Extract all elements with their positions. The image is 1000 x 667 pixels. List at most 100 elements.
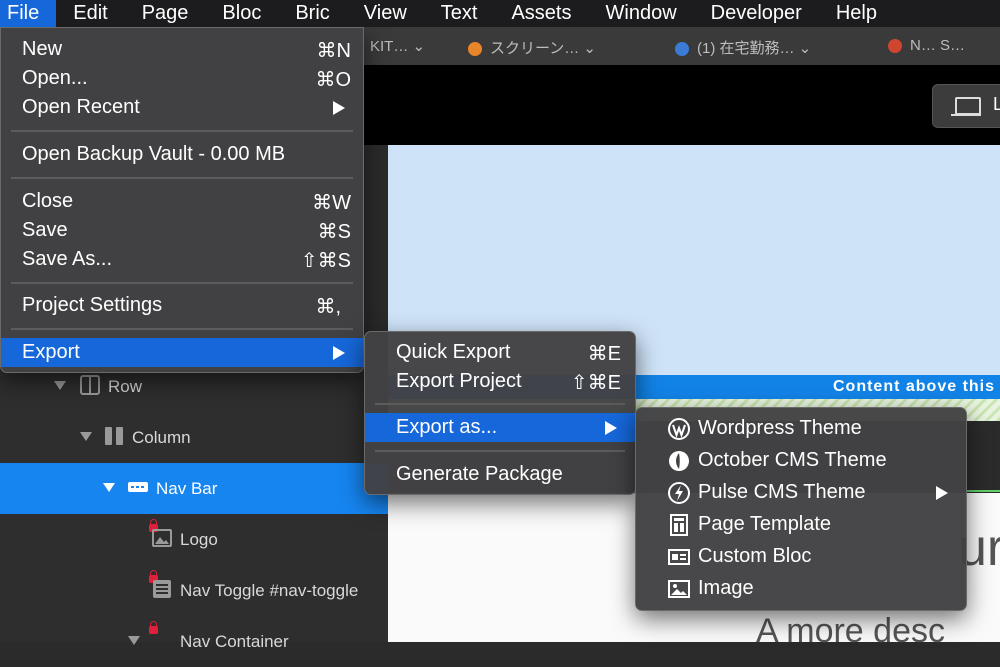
submenu-arrow-icon: [936, 486, 948, 500]
menu-item-label: Open Recent: [22, 96, 140, 118]
tree-row-nav-toggle[interactable]: Nav Toggle #nav-toggle: [0, 565, 388, 616]
tree-row-label: Nav Container: [180, 632, 289, 651]
tab-3-favicon: [675, 42, 689, 57]
submenu-arrow-icon: [605, 421, 617, 435]
device-preview-label: L: [993, 94, 1000, 114]
menu-item-export[interactable]: Export: [1, 338, 363, 367]
text-block-icon: [153, 580, 171, 598]
tree-row-label: Row: [108, 377, 143, 396]
menu-item-custom-bloc[interactable]: Custom Bloc: [636, 542, 966, 571]
menu-item-generate-package[interactable]: Generate Package: [365, 460, 635, 489]
tree-row-label: Logo: [180, 530, 218, 549]
wordpress-icon: [668, 418, 690, 440]
menu-item-shortcut: ⌘S: [317, 221, 351, 243]
menubar-file[interactable]: File: [0, 0, 57, 27]
menu-separator: [11, 328, 353, 330]
menu-item-quick-export[interactable]: Quick Export ⌘E: [365, 338, 635, 367]
disclosure-triangle-icon[interactable]: [80, 432, 92, 441]
menu-item-open[interactable]: Open... ⌘O: [1, 64, 363, 93]
menu-item-project-settings[interactable]: Project Settings ⌘,: [1, 291, 363, 320]
submenu-arrow-icon: [333, 101, 345, 115]
menu-separator: [375, 450, 625, 452]
menu-item-label: Page Template: [698, 513, 832, 535]
menu-item-shortcut: ⇧⌘S: [300, 250, 351, 272]
tab-1-label: KIT…: [370, 38, 409, 55]
menu-item-october-cms-theme[interactable]: October CMS Theme: [636, 446, 966, 475]
menu-item-shortcut: ⌘W: [312, 192, 351, 214]
menubar-help[interactable]: Help: [819, 0, 894, 27]
tab-3[interactable]: (1) 在宅勤務… ⌄: [675, 37, 811, 58]
column-icon: [105, 427, 123, 445]
menu-item-shortcut: ⇧⌘E: [570, 372, 621, 394]
menu-item-save-as[interactable]: Save As... ⇧⌘S: [1, 245, 363, 274]
menu-item-label: Quick Export: [396, 341, 511, 363]
pulse-cms-icon: [668, 482, 690, 504]
tree-row-column[interactable]: Column: [0, 412, 388, 463]
custom-bloc-icon: [668, 549, 690, 565]
menu-item-image[interactable]: Image: [636, 574, 966, 603]
tab-strip: KIT… ⌄ スクリーン… ⌄ (1) 在宅勤務… ⌄ N… S…: [360, 27, 1000, 65]
tree-row-label: Column: [132, 428, 191, 447]
tab-4-label: N… S…: [910, 37, 966, 54]
menu-separator: [11, 282, 353, 284]
menu-item-label: Custom Bloc: [698, 545, 812, 567]
submenu-arrow-icon: [333, 346, 345, 360]
export-submenu: Quick Export ⌘E Export Project ⇧⌘E Expor…: [364, 331, 636, 495]
menu-separator: [375, 403, 625, 405]
menu-item-label: Close: [22, 190, 74, 212]
navbar-icon: [128, 482, 148, 492]
tab-4[interactable]: N… S…: [888, 37, 965, 54]
tree-row-nav-bar[interactable]: Nav Bar: [0, 463, 388, 514]
menubar-text[interactable]: Text: [424, 0, 495, 27]
row-icon: [80, 375, 100, 395]
menu-item-close[interactable]: Close ⌘W: [1, 187, 363, 216]
menubar-edit[interactable]: Edit: [56, 0, 124, 27]
menubar-developer[interactable]: Developer: [694, 0, 819, 27]
tab-2[interactable]: スクリーン… ⌄: [468, 37, 596, 58]
menubar-bloc[interactable]: Bloc: [205, 0, 278, 27]
device-preview-button[interactable]: L: [932, 84, 1000, 128]
menu-item-label: Save As...: [22, 248, 113, 270]
disclosure-triangle-icon[interactable]: [128, 636, 140, 645]
tab-3-label: (1) 在宅勤務…: [697, 40, 795, 57]
menubar-page[interactable]: Page: [125, 0, 206, 27]
menubar-window[interactable]: Window: [589, 0, 694, 27]
menu-item-shortcut: ⌘,: [315, 296, 341, 318]
menu-separator: [11, 177, 353, 179]
menu-item-export-project[interactable]: Export Project ⇧⌘E: [365, 367, 635, 396]
disclosure-triangle-icon[interactable]: [103, 483, 115, 492]
menu-item-wordpress-theme[interactable]: Wordpress Theme: [636, 414, 966, 443]
laptop-icon: [951, 97, 981, 116]
menu-item-page-template[interactable]: Page Template: [636, 510, 966, 539]
menu-item-open-backup-vault[interactable]: Open Backup Vault - 0.00 MB: [1, 140, 363, 169]
export-as-submenu: Wordpress Theme October CMS Theme Pulse …: [635, 407, 967, 611]
menubar-view[interactable]: View: [347, 0, 424, 27]
menu-item-save[interactable]: Save ⌘S: [1, 216, 363, 245]
menu-item-export-as[interactable]: Export as...: [365, 413, 635, 442]
green-guide-line: [966, 490, 1000, 492]
tree-row-logo[interactable]: Logo: [0, 514, 388, 565]
tab-1[interactable]: KIT… ⌄: [370, 37, 425, 55]
disclosure-triangle-icon[interactable]: [54, 381, 66, 390]
menu-separator: [11, 130, 353, 132]
app-toolbar: [360, 65, 1000, 145]
menubar-bric[interactable]: Bric: [278, 0, 346, 27]
menu-item-label: Open Backup Vault - 0.00 MB: [22, 143, 286, 165]
layer-tree: Row Column Nav Bar Logo Nav Toggle #nav-…: [0, 360, 388, 651]
menu-bar: File Edit Page Bloc Bric View Text Asset…: [0, 0, 1000, 27]
page-template-icon: [670, 514, 688, 536]
menu-item-open-recent[interactable]: Open Recent: [1, 93, 363, 122]
menu-item-label: October CMS Theme: [698, 449, 887, 471]
image-icon: [668, 580, 690, 598]
menu-item-new[interactable]: New ⌘N: [1, 35, 363, 64]
tab-2-label: スクリーン…: [490, 40, 580, 57]
tree-row-label: Nav Toggle #nav-toggle: [180, 581, 359, 600]
menu-item-pulse-cms-theme[interactable]: Pulse CMS Theme: [636, 478, 966, 507]
tab-2-favicon: [468, 42, 482, 57]
menu-item-shortcut: ⌘O: [315, 69, 351, 91]
canvas-description-text: A more desc: [756, 612, 945, 650]
menubar-assets[interactable]: Assets: [494, 0, 588, 27]
tab-4-favicon: [888, 39, 902, 54]
menu-item-shortcut: ⌘E: [587, 343, 621, 365]
menu-item-label: Export Project: [396, 370, 522, 392]
